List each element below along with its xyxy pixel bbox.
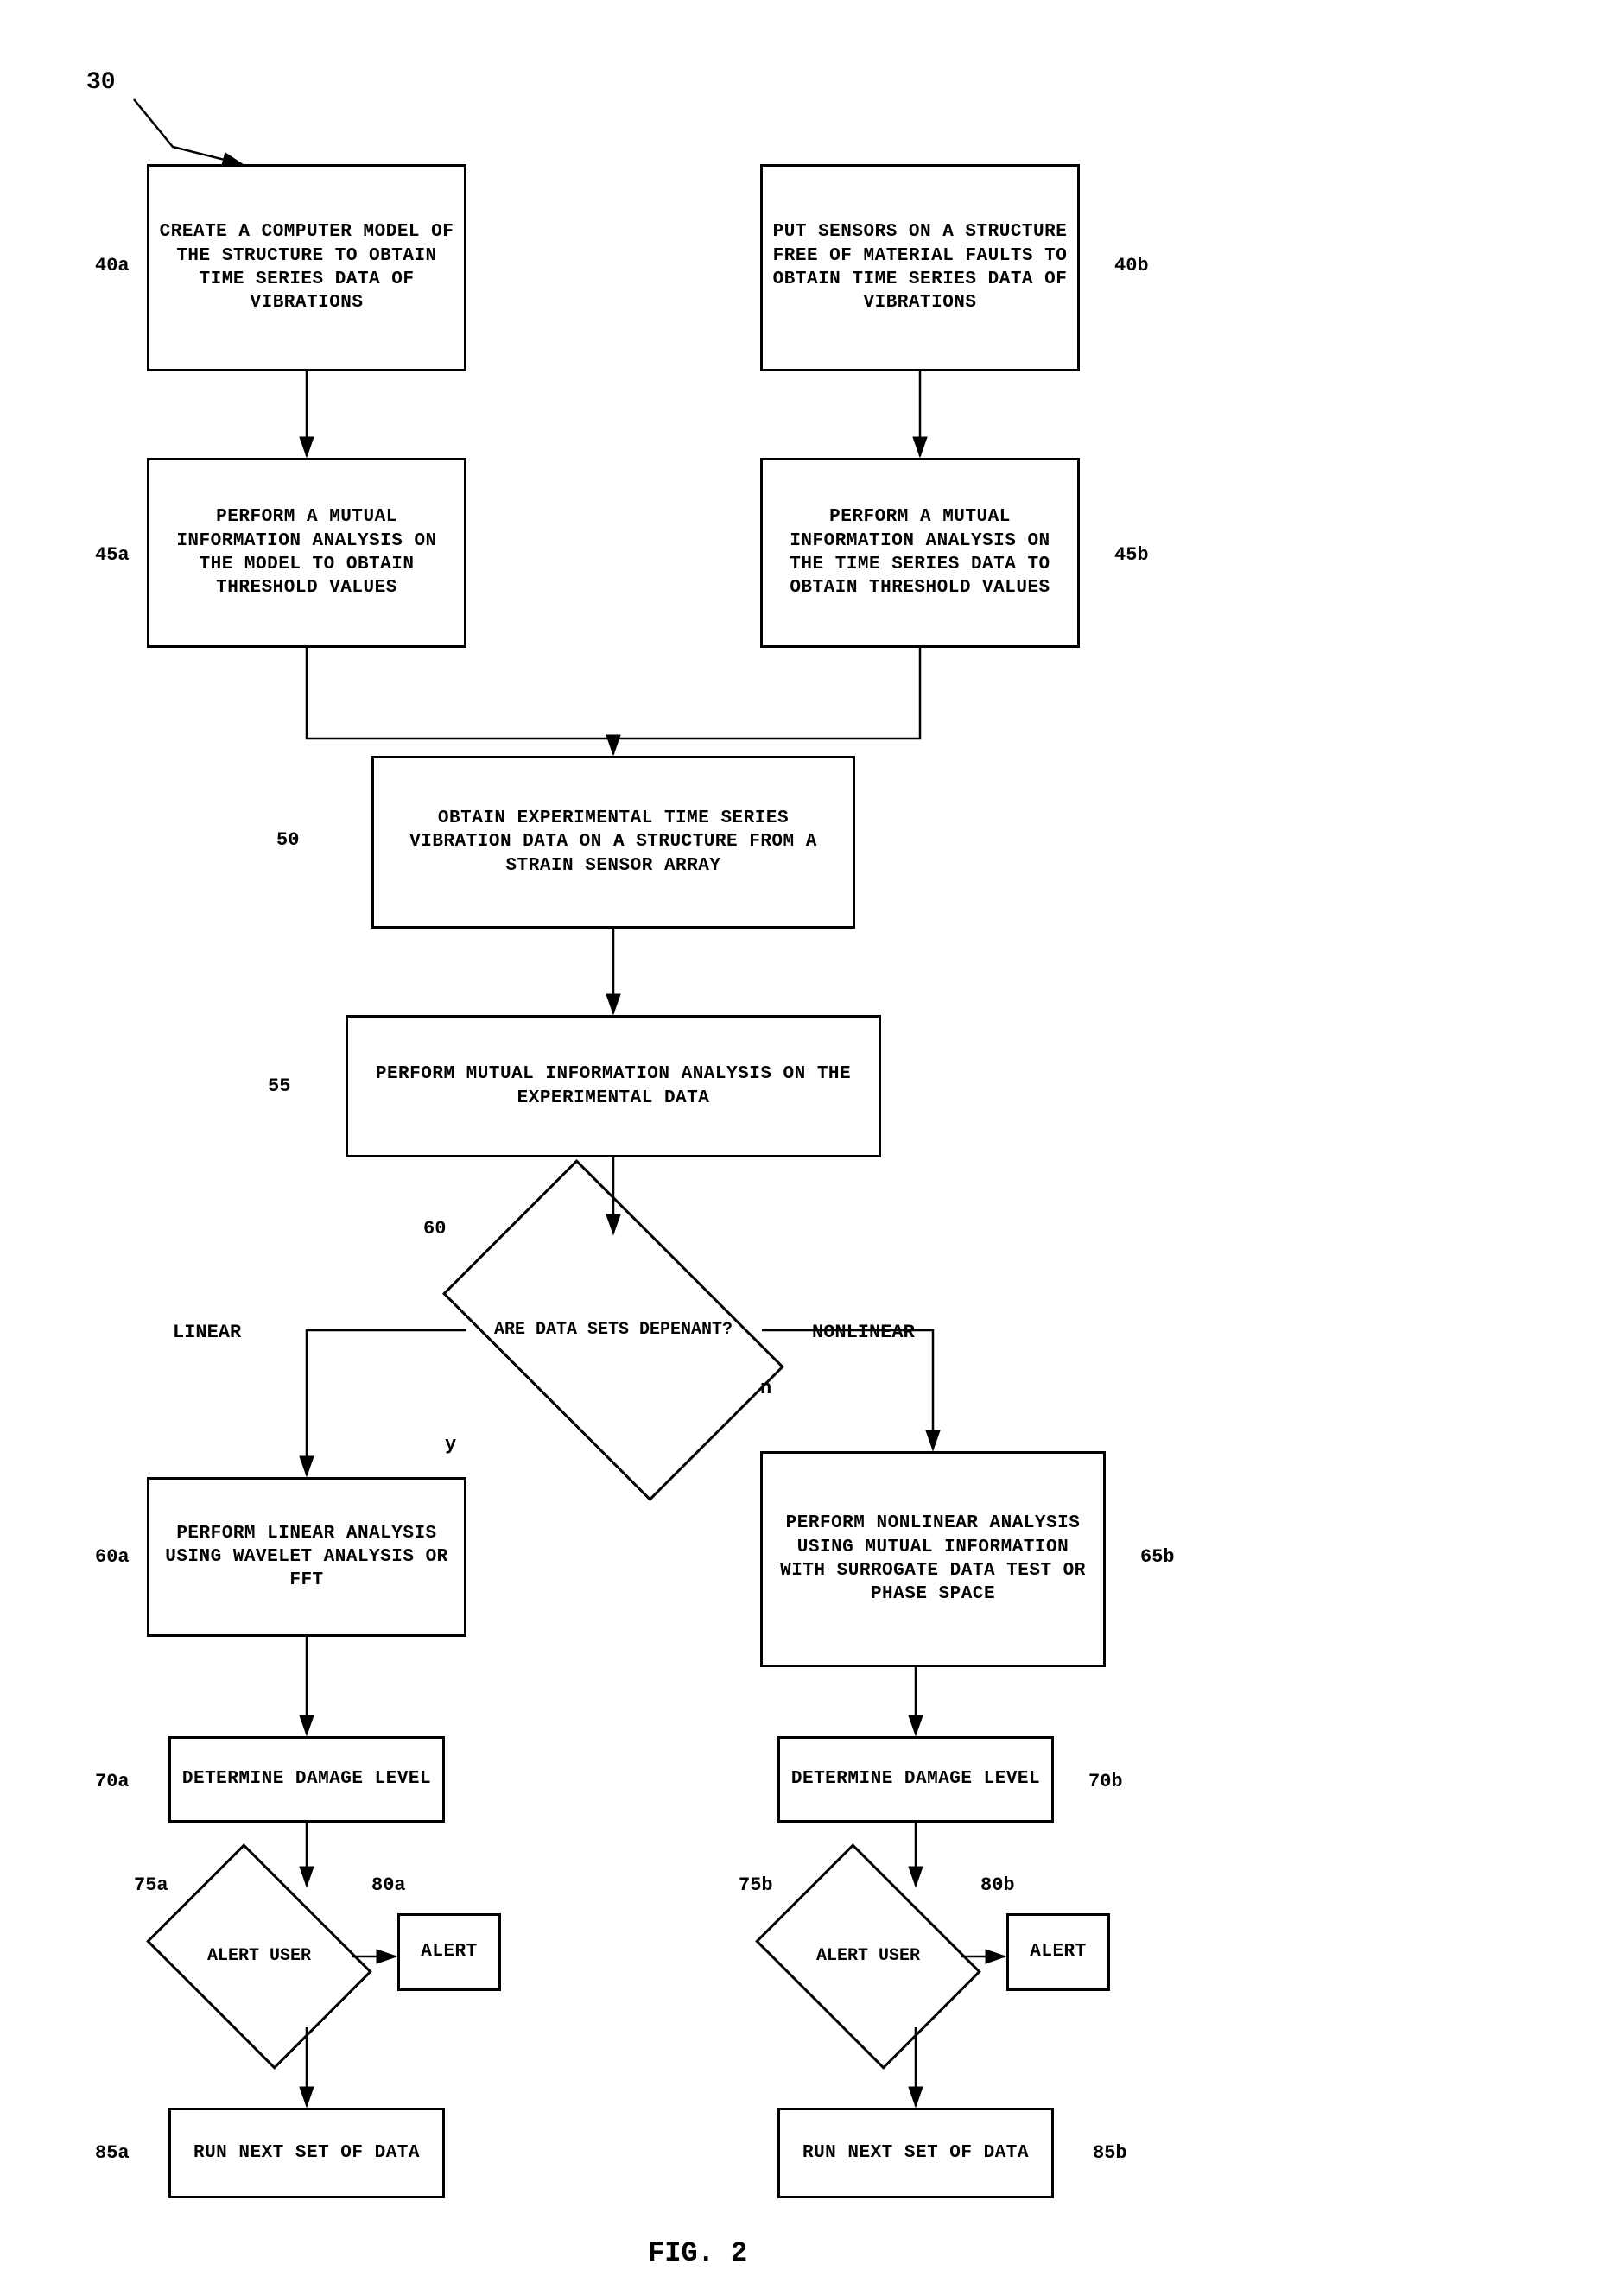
node-50-label: 50: [276, 829, 299, 851]
node-45a: PERFORM A MUTUAL INFORMATION ANALYSIS ON…: [147, 458, 466, 648]
node-80b-label: 80b: [980, 1874, 1015, 1896]
node-60a: PERFORM LINEAR ANALYSIS USING WAVELET AN…: [147, 1477, 466, 1637]
y-label: y: [445, 1434, 456, 1455]
node-85b: RUN NEXT SET OF DATA: [777, 2108, 1054, 2198]
node-60a-label: 60a: [95, 1546, 130, 1568]
flowchart-diagram: 30 CREATE A COMPUTER MODEL OF THE STRUCT…: [0, 0, 1624, 2283]
node-45b: PERFORM A MUTUAL INFORMATION ANALYSIS ON…: [760, 458, 1080, 648]
node-55: PERFORM MUTUAL INFORMATION ANALYSIS ON T…: [346, 1015, 881, 1157]
node-85a-label: 85a: [95, 2142, 130, 2164]
node-60-text: ARE DATA SETS DEPENANT?: [494, 1319, 733, 1341]
node-75b-diamond: ALERT USER: [777, 1887, 959, 2026]
linear-label: LINEAR: [173, 1322, 241, 1343]
node-55-label: 55: [268, 1075, 290, 1097]
n-label: n: [760, 1378, 771, 1399]
node-40a-label: 40a: [95, 255, 130, 276]
node-75a-text: ALERT USER: [207, 1945, 311, 1968]
node-80a: ALERT: [397, 1913, 501, 1991]
node-40b-label: 40b: [1114, 255, 1149, 276]
node-60-label: 60: [423, 1218, 446, 1240]
node-45a-label: 45a: [95, 544, 130, 566]
node-75b-text: ALERT USER: [816, 1945, 920, 1968]
node-50: OBTAIN EXPERIMENTAL TIME SERIES VIBRATIO…: [371, 756, 855, 929]
node-75a-diamond: ALERT USER: [168, 1887, 350, 2026]
node-65b: PERFORM NONLINEAR ANALYSIS USING MUTUAL …: [760, 1451, 1106, 1667]
node-70a: DETERMINE DAMAGE LEVEL: [168, 1736, 445, 1823]
node-70b-label: 70b: [1088, 1771, 1123, 1792]
node-70b: DETERMINE DAMAGE LEVEL: [777, 1736, 1054, 1823]
node-75a-label: 75a: [134, 1874, 168, 1896]
node-85a: RUN NEXT SET OF DATA: [168, 2108, 445, 2198]
node-75b-label: 75b: [739, 1874, 773, 1896]
node-70a-label: 70a: [95, 1771, 130, 1792]
node-80a-label: 80a: [371, 1874, 406, 1896]
node-40a: CREATE A COMPUTER MODEL OF THE STRUCTURE…: [147, 164, 466, 371]
node-80b: ALERT: [1006, 1913, 1110, 1991]
node-45b-label: 45b: [1114, 544, 1149, 566]
node-40b: PUT SENSORS ON A STRUCTURE FREE OF MATER…: [760, 164, 1080, 371]
figure-caption: FIG. 2: [648, 2237, 747, 2269]
diagram-number-label: 30: [86, 69, 116, 96]
node-60-diamond: ARE DATA SETS DEPENANT?: [466, 1235, 760, 1425]
node-85b-label: 85b: [1093, 2142, 1127, 2164]
nonlinear-label: NONLINEAR: [812, 1322, 915, 1343]
node-65b-label: 65b: [1140, 1546, 1175, 1568]
